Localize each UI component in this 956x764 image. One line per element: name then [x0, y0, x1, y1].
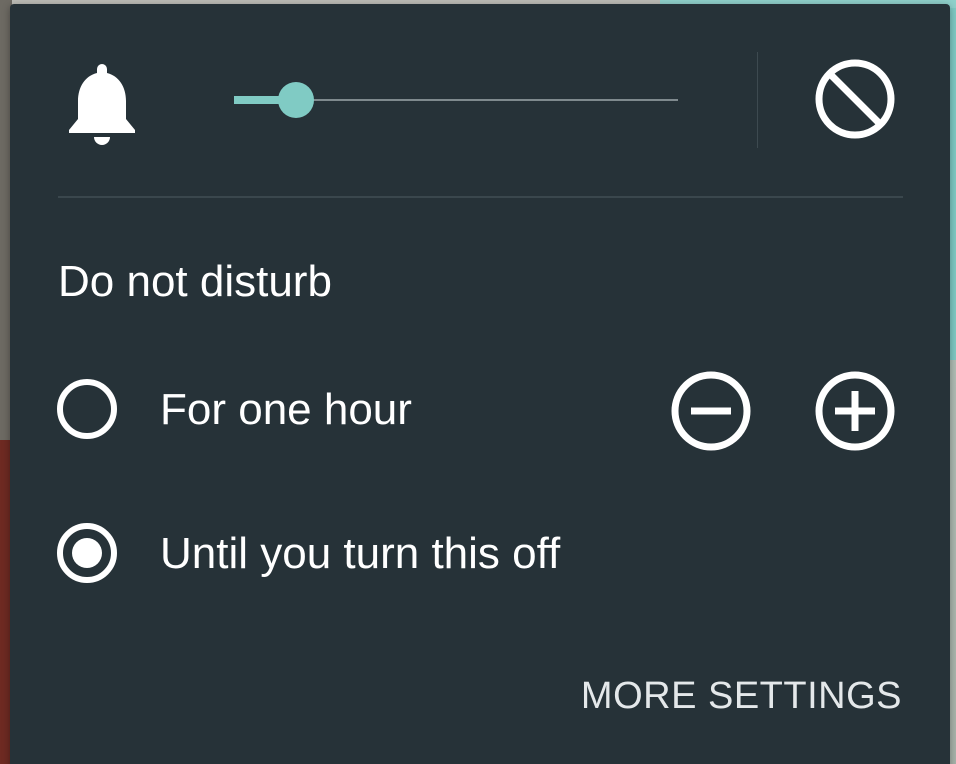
radio-selected-icon[interactable] — [56, 522, 118, 584]
option-label: For one hour — [160, 385, 412, 434]
radio-unselected-icon[interactable] — [56, 378, 118, 440]
dnd-title: Do not disturb — [58, 257, 332, 306]
bell-icon[interactable] — [66, 62, 138, 146]
volume-dnd-panel: Do not disturb For one hour Until you tu… — [10, 4, 950, 764]
volume-slider[interactable] — [234, 76, 678, 124]
slider-thumb[interactable] — [278, 82, 314, 118]
minus-circle-icon[interactable] — [670, 370, 752, 452]
do-not-disturb-icon[interactable] — [814, 58, 896, 140]
volume-row — [10, 4, 950, 198]
option-label: Until you turn this off — [160, 529, 561, 578]
more-settings-button[interactable]: MORE SETTINGS — [581, 672, 902, 720]
option-until-turned-off[interactable]: Until you turn this off — [10, 504, 950, 600]
horizontal-divider — [58, 196, 903, 198]
option-for-one-hour[interactable]: For one hour — [10, 360, 950, 456]
plus-circle-icon[interactable] — [814, 370, 896, 452]
vertical-divider — [757, 52, 758, 148]
